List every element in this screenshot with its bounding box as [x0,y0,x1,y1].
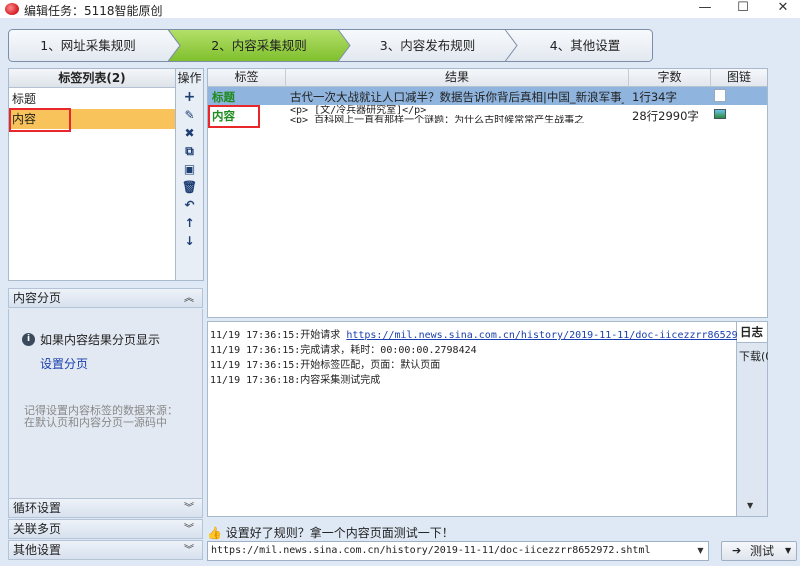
results-grid: 标签 结果 字数 图链 标题 古代一次大战就让人口减半？数据告诉你背后真相|中国… [207,68,768,318]
paging-panel: i 如果内容结果分页显示 设置分页 记得设置内容标签的数据来源： 在默认页和内容… [8,309,203,498]
column-header-result[interactable]: 结果 [286,69,629,87]
app-logo-icon [5,3,19,15]
chevron-down-icon[interactable]: ▼ [693,542,708,560]
operations-toolbar: 操作 + ✎ ✖ ⧉ ▣ 🗑 ↶ ↑ ↓ [176,68,204,281]
tab-log[interactable]: 日志 [737,321,768,343]
section-header-multi-page[interactable]: 关联多页 ︾ [8,519,203,539]
log-panel: 11/19 17:36:15:开始请求 https://mil.news.sin… [207,321,786,517]
operations-header: 操作 [177,71,202,85]
chevron-down-icon: ︾ [184,524,194,535]
log-line: 11/19 17:36:18:内容采集测试完成 [210,375,381,386]
undo-icon[interactable]: ↶ [176,197,203,213]
section-header-loop[interactable]: 循环设置 ︾ [8,498,203,518]
paste-icon[interactable]: ▣ [176,161,203,177]
section-title: 循环设置 [13,501,62,515]
test-url-input[interactable]: https://mil.news.sina.com.cn/history/201… [207,541,709,561]
step-url-rules[interactable]: 1、网址采集规则 [8,29,168,62]
section-title: 其他设置 [13,543,62,557]
log-line: 11/19 17:36:15:完成请求，耗时：00:00:00.2798424 [210,345,477,356]
chevron-down-icon: ▼ [785,546,792,555]
log-text: 11/19 17:36:15:开始请求 [210,330,347,341]
minimize-button[interactable]: — [690,0,720,18]
trash-icon[interactable]: 🗑 [176,179,203,195]
test-button-label: 测试 [750,544,775,558]
row-tag: 标题 [212,90,235,104]
thumbs-up-icon: 👍 [207,526,222,540]
column-header-count[interactable]: 字数 [629,69,711,87]
column-header-image-link[interactable]: 图链 [711,69,767,87]
section-header-other[interactable]: 其他设置 ︾ [8,540,203,560]
side-tab-area [737,343,768,517]
row-result-line-2: <p> 百科网上一直有那样一个谜题：为什么古时候常常产生战事之 [290,115,585,123]
row-count: 28行2990字 [632,109,699,123]
paging-info-text: 如果内容结果分页显示 [40,333,161,347]
table-row[interactable]: 内容 <p> [文/冷兵器研究室]</p> <p> 百科网上一直有那样一个谜题：… [208,105,767,131]
highlight-box [208,105,260,128]
scroll-down-icon[interactable]: ▼ [747,501,753,510]
log-line: 11/19 17:36:15:开始标签匹配，页面：默认页面 [210,360,441,371]
step-other-settings[interactable]: 4、其他设置 [517,29,653,62]
plus-icon[interactable]: + [176,89,203,105]
arrow-down-icon[interactable]: ↓ [176,233,203,249]
right-scrollbar[interactable] [768,68,798,518]
step-content-rules[interactable]: 2、内容采集规则 [180,29,338,62]
arrow-right-icon: ➔ [732,544,742,557]
tag-list-panel: 标签列表(2) 标题 内容 [8,68,176,281]
table-row[interactable]: 标题 古代一次大战就让人口减半？数据告诉你背后真相|中国_新浪军事_... 1行… [208,87,767,105]
log-line: 11/19 17:36:15:开始请求 https://mil.news.sin… [210,326,786,341]
paging-note: 记得设置内容标签的数据来源： 在默认页和内容分页一源码中 [24,405,178,429]
chevron-down-icon: ︾ [184,503,194,514]
row-count: 1行34字 [632,90,677,104]
paging-note-line: 在默认页和内容分页一源码中 [24,416,167,429]
test-hint-text: 设置好了规则？拿一个内容页面测试一下！ [225,526,454,540]
wizard-steps: 1、网址采集规则 2、内容采集规则 3、内容发布规则 4、其他设置 [8,29,653,62]
row-result: 古代一次大战就让人口减半？数据告诉你背后真相|中国_新浪军事_... [290,90,624,104]
test-button[interactable]: ➔ 测试 ▼ [721,541,797,561]
section-title: 内容分页 [13,291,62,305]
tag-item-title[interactable]: 标题 [9,89,175,109]
highlight-box [9,108,71,132]
section-header-paging[interactable]: 内容分页 ︽ [8,288,203,308]
info-icon: i [22,333,35,346]
tag-list-header: 标签列表(2) [9,69,175,88]
copy-icon[interactable]: ⧉ [176,143,203,159]
arrow-up-icon[interactable]: ↑ [176,215,203,231]
section-title: 关联多页 [13,522,62,536]
chevron-up-icon: ︽ [184,293,194,304]
column-header-tag[interactable]: 标签 [208,69,286,87]
maximize-button[interactable]: ☐ [728,0,758,18]
close-button[interactable]: ✕ [768,0,798,18]
log-side-tabs: 日志 下载(0) ▼ [737,321,777,517]
chevron-down-icon: ︾ [184,545,194,556]
test-hint: 👍 设置好了规则？拿一个内容页面测试一下！ [207,524,454,541]
set-paging-link[interactable]: 设置分页 [40,355,88,372]
pencil-icon[interactable]: ✎ [176,107,203,123]
title-bar: 编辑任务：5118智能原创 — ☐ ✕ [0,0,800,18]
image-thumbnail-icon[interactable] [714,109,726,119]
delete-x-icon[interactable]: ✖ [176,125,203,141]
image-link-empty-icon [714,89,726,102]
window-title: 编辑任务：5118智能原创 [24,4,163,18]
step-publish-rules[interactable]: 3、内容发布规则 [350,29,505,62]
log-url-link[interactable]: https://mil.news.sina.com.cn/history/201… [346,330,786,341]
